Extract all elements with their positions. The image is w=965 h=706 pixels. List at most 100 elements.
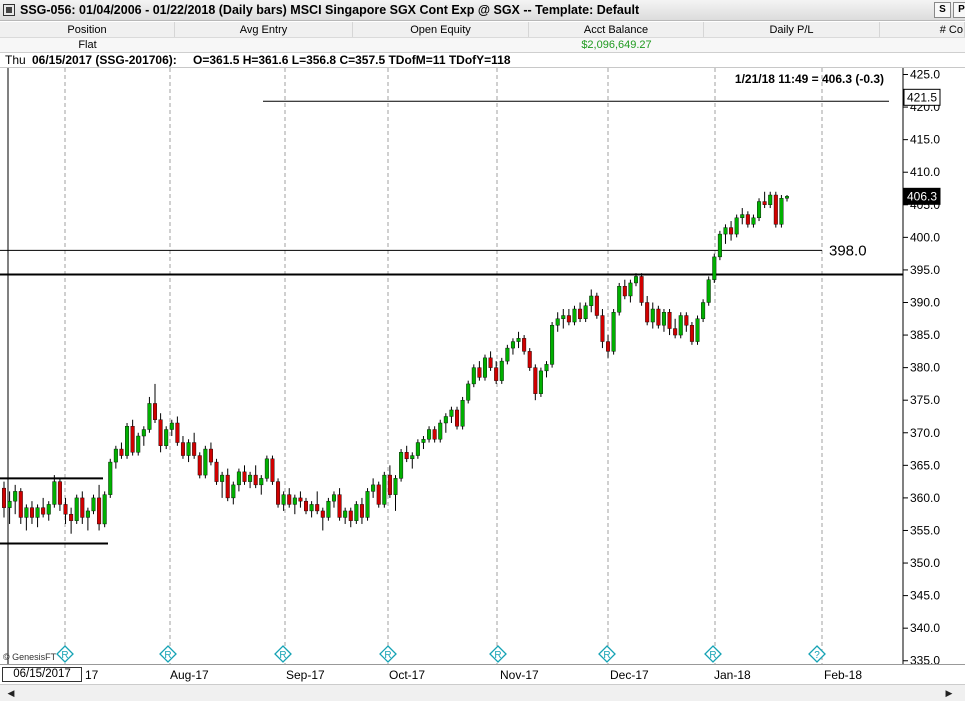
candle-body xyxy=(203,448,208,476)
price-tick-label: 345.0 xyxy=(910,589,940,603)
candle-body xyxy=(404,452,409,460)
candle-body xyxy=(164,429,169,446)
price-tick-label: 335.0 xyxy=(910,654,940,664)
candle-body xyxy=(365,491,370,518)
candle-body xyxy=(309,504,314,512)
candle-body xyxy=(259,478,264,486)
candle-body xyxy=(169,422,174,430)
candle-body xyxy=(695,318,700,342)
header-contracts[interactable]: # Co xyxy=(880,22,965,37)
candle-body xyxy=(315,504,320,512)
candle-body xyxy=(253,474,258,486)
candle-body xyxy=(292,497,297,505)
candle-body xyxy=(561,315,566,319)
candle-body xyxy=(712,256,717,280)
candle-body xyxy=(326,500,331,518)
price-chart[interactable]: 335.0 340.0 345.0 350.0 355.0 360.0 365.0 370.0… xyxy=(0,68,965,664)
price-tick-label: 410.0 xyxy=(910,165,940,179)
last-price-flag: 406.3 xyxy=(907,189,937,203)
info-date-symbol: 06/15/2017 (SSG-201706): xyxy=(32,53,177,67)
candle-body xyxy=(393,478,398,495)
candle-body xyxy=(533,367,538,394)
candle-body xyxy=(505,347,510,362)
candle-body xyxy=(522,338,527,352)
candle-body xyxy=(494,367,499,381)
candle-body xyxy=(320,510,325,518)
candle-body xyxy=(578,308,583,319)
x-label: Nov-17 xyxy=(500,668,539,682)
x-label: Oct-17 xyxy=(389,668,426,682)
candle-body xyxy=(376,484,381,505)
price-tick-label: 395.0 xyxy=(910,263,940,277)
position-value: Flat xyxy=(78,39,97,51)
scroll-left-icon[interactable]: ◀ xyxy=(4,687,18,699)
candle-body xyxy=(153,403,158,420)
candle-body xyxy=(18,491,23,518)
candle-body xyxy=(617,286,622,313)
header-daily-pl[interactable]: Daily P/L xyxy=(704,22,880,37)
candle-body xyxy=(125,426,130,456)
candle-body xyxy=(438,422,443,440)
x-label: Dec-17 xyxy=(610,668,649,682)
window-menu-icon[interactable] xyxy=(3,4,15,16)
candle-body xyxy=(594,295,599,316)
candle-body xyxy=(645,302,650,323)
candle-body xyxy=(236,471,241,486)
candle-body xyxy=(29,507,34,518)
candle-body xyxy=(650,308,655,323)
candle-body xyxy=(180,442,185,456)
candle-body xyxy=(678,315,683,336)
candle-body xyxy=(606,341,611,352)
alert-price-flag: 421.5 xyxy=(907,90,937,104)
acct-balance-value: $2,096,649.27 xyxy=(581,39,652,51)
price-tick-label: 425.0 xyxy=(910,68,940,82)
candle-body xyxy=(482,357,487,378)
p-button[interactable]: P xyxy=(953,2,965,18)
header-position[interactable]: Position xyxy=(0,22,175,37)
candle-body xyxy=(550,325,555,365)
candle-body xyxy=(516,338,521,342)
candle-body xyxy=(63,504,68,515)
candle-body xyxy=(108,461,113,495)
x-label: 17 xyxy=(85,668,99,682)
candle-body xyxy=(85,510,90,518)
candle-body xyxy=(723,227,728,235)
s-button[interactable]: S xyxy=(934,2,951,18)
date-axis: 06/15/2017 17 Aug-17 Sep-17 Oct-17 Nov-1… xyxy=(0,664,965,684)
candle-body xyxy=(13,491,18,502)
candle-body xyxy=(119,448,124,456)
candle-body xyxy=(589,295,594,306)
candle-body xyxy=(611,312,616,352)
candle-body xyxy=(555,318,560,326)
candle-body xyxy=(46,504,51,515)
header-open-equity[interactable]: Open Equity xyxy=(353,22,529,37)
candle-body xyxy=(97,497,102,525)
header-acct-balance[interactable]: Acct Balance xyxy=(529,22,704,37)
candle-body xyxy=(52,481,57,505)
candle-body xyxy=(566,315,571,323)
candle-body xyxy=(91,497,96,512)
candle-body xyxy=(656,308,661,326)
candle-body xyxy=(443,416,448,424)
candle-body xyxy=(471,367,476,385)
event-marker-glyph: R xyxy=(603,650,610,661)
candle-body xyxy=(600,315,605,342)
candle-body xyxy=(208,448,213,463)
chart-canvas[interactable]: 335.0 340.0 345.0 350.0 355.0 360.0 365.0 370.0… xyxy=(0,68,965,664)
scroll-right-icon[interactable]: ▶ xyxy=(942,687,956,699)
candle-body xyxy=(510,341,515,349)
candle-body xyxy=(410,455,415,460)
candle-body xyxy=(455,409,460,427)
candle-body xyxy=(337,494,342,518)
header-avg-entry[interactable]: Avg Entry xyxy=(175,22,353,37)
candle-body xyxy=(701,302,706,319)
candle-body xyxy=(41,507,46,515)
price-tick-label: 355.0 xyxy=(910,523,940,537)
x-label: Feb-18 xyxy=(824,668,863,682)
candle-body xyxy=(477,367,482,378)
horizontal-scrollbar[interactable]: ◀ ▶ xyxy=(0,684,965,701)
candle-body xyxy=(281,494,286,505)
candle-body xyxy=(220,474,225,482)
x-label: Sep-17 xyxy=(286,668,325,682)
price-tick-label: 415.0 xyxy=(910,133,940,147)
